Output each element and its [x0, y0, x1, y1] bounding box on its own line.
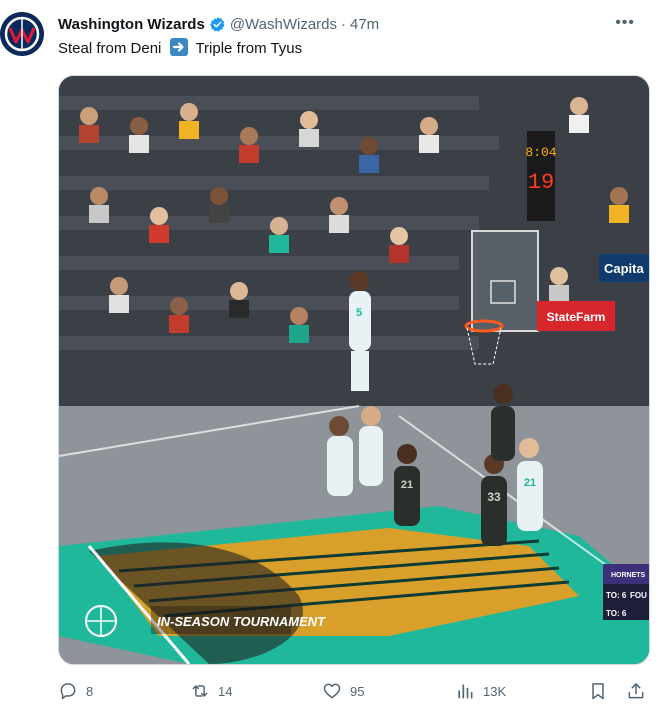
like-button[interactable]: 95 — [322, 676, 364, 706]
repost-icon — [192, 685, 208, 697]
post-text: Steal from Deni Triple from Tyus — [58, 38, 302, 59]
post-header: Washington Wizards @WashWizards · 47m ••… — [58, 14, 647, 34]
shot-clock: 19 — [528, 170, 554, 195]
right-arrow-emoji-icon — [169, 38, 188, 56]
share-icon — [628, 683, 644, 699]
repost-button[interactable]: 14 — [190, 676, 232, 706]
scorebug-team: HORNETS — [611, 572, 646, 579]
like-icon — [323, 683, 341, 699]
in-season-tournament-label: IN-SEASON TOURNAMENT — [157, 614, 326, 629]
wizards-logo-icon — [0, 12, 44, 56]
post-text-part1: Steal from Deni — [58, 40, 162, 57]
reply-icon — [60, 683, 76, 700]
scorebug-line2: TO: 6 — [606, 609, 627, 618]
repost-count: 14 — [218, 683, 233, 699]
bookmark-button[interactable] — [588, 676, 616, 706]
bookmark-icon — [592, 683, 604, 700]
jersey-number-3: 33 — [487, 490, 501, 504]
more-icon[interactable]: ••• — [615, 14, 635, 32]
separator-dot: · — [341, 15, 346, 33]
scorebug-fouls: FOU — [630, 591, 647, 600]
verified-badge-icon — [209, 16, 225, 32]
share-button[interactable] — [626, 676, 654, 706]
post-text-part2: Triple from Tyus — [195, 40, 303, 57]
author-avatar[interactable] — [0, 12, 44, 56]
jersey-number-1: 5 — [356, 307, 362, 319]
author-handle[interactable]: @WashWizards — [230, 16, 337, 33]
video-frame: 8:04 19 StateFarm Capita 5 21 33 21 IN-S… — [59, 76, 649, 664]
views-count: 13K — [483, 683, 507, 699]
views-button[interactable]: 13K — [455, 676, 506, 706]
statefarm-text: StateFarm — [547, 310, 606, 324]
views-icon — [458, 684, 473, 699]
jersey-number-4: 21 — [524, 477, 536, 489]
author-name[interactable]: Washington Wizards — [58, 16, 205, 33]
post-time[interactable]: 47m — [350, 16, 379, 33]
action-bar: 8 14 95 13K — [58, 676, 648, 706]
like-count: 95 — [350, 683, 365, 699]
video-media[interactable]: 8:04 19 StateFarm Capita 5 21 33 21 IN-S… — [58, 75, 650, 665]
scoreboard-time: 8:04 — [525, 145, 556, 160]
jersey-number-2: 21 — [401, 479, 413, 491]
capital-text: Capita — [604, 261, 645, 276]
scorebug-line1: TO: 6 — [606, 591, 627, 600]
reply-button[interactable]: 8 — [58, 676, 93, 706]
reply-count: 8 — [86, 683, 94, 699]
